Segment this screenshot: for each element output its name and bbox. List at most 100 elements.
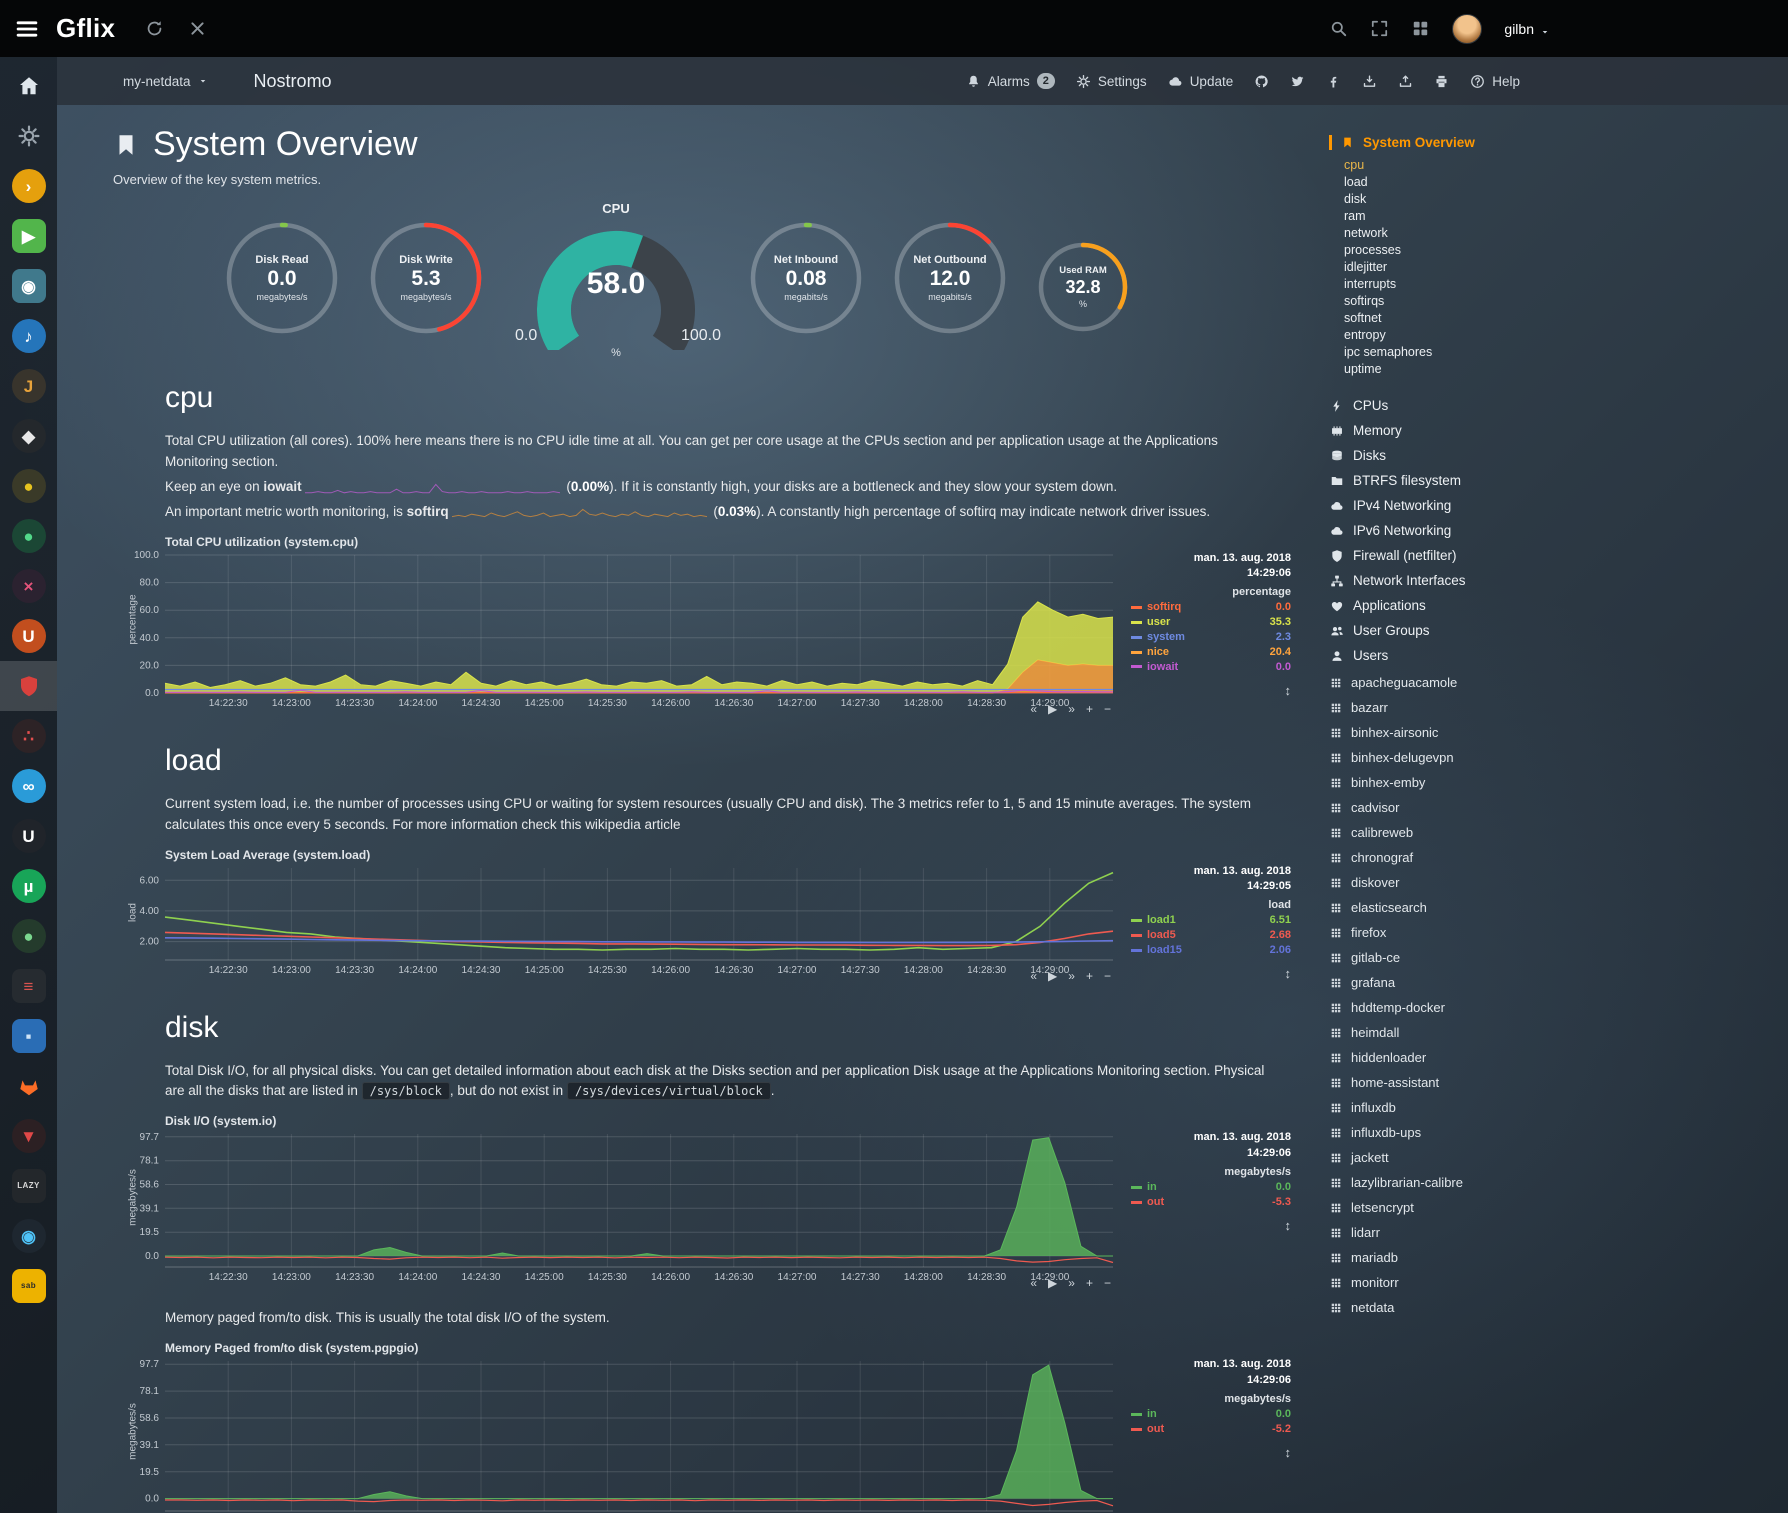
menu-app-heimdall[interactable]: heimdall — [1329, 1020, 1545, 1045]
sidebar-app-lazylibrarian[interactable]: LAZY — [0, 1161, 57, 1211]
chart-plot[interactable]: 0.019.539.158.678.197.714:22:3014:23:001… — [119, 1357, 1119, 1513]
user-avatar[interactable] — [1452, 14, 1482, 44]
apps-button[interactable] — [1411, 19, 1430, 38]
zoom-in-button[interactable]: + — [1086, 703, 1093, 715]
menu-app-hddtemp-docker[interactable]: hddtemp-docker — [1329, 995, 1545, 1020]
menu-item-load[interactable]: load — [1344, 174, 1545, 191]
sidebar-app-airsonic[interactable]: ♪ — [0, 311, 57, 361]
menu-app-apacheguacamole[interactable]: apacheguacamole — [1329, 670, 1545, 695]
sidebar-app-ombi[interactable]: ◉ — [0, 261, 57, 311]
fullscreen-button[interactable] — [1370, 19, 1389, 38]
menu-app-diskover[interactable]: diskover — [1329, 870, 1545, 895]
legend-item-user[interactable]: user35.3 — [1131, 615, 1291, 630]
menu-system-overview[interactable]: System Overview — [1329, 135, 1545, 150]
sidebar-app-unmanic[interactable]: U — [0, 811, 57, 861]
chart-plot[interactable]: 0.019.539.158.678.197.714:22:3014:23:001… — [119, 1130, 1119, 1285]
menu-item-interrupts[interactable]: interrupts — [1344, 276, 1545, 293]
menu-section-ipv4-networking[interactable]: IPv4 Networking — [1329, 493, 1545, 518]
sidebar-app-resilio-sync[interactable]: ∞ — [0, 761, 57, 811]
help-button[interactable]: Help — [1470, 74, 1520, 89]
menu-app-influxdb-ups[interactable]: influxdb-ups — [1329, 1120, 1545, 1145]
sidebar-app-jackett[interactable]: J — [0, 361, 57, 411]
menu-item-network[interactable]: network — [1344, 225, 1545, 242]
close-tab-button[interactable] — [188, 19, 207, 38]
facebook-button[interactable] — [1326, 74, 1341, 89]
host-dropdown[interactable]: my-netdata — [123, 74, 208, 89]
zoom-out-button[interactable]: − — [1104, 1277, 1111, 1289]
menu-item-ram[interactable]: ram — [1344, 208, 1545, 225]
pan-forward-button[interactable]: » — [1068, 1277, 1075, 1289]
github-button[interactable] — [1254, 74, 1269, 89]
pan-backward-button[interactable]: « — [1030, 703, 1037, 715]
search-button[interactable] — [1329, 19, 1348, 38]
sidebar-app-pyload[interactable]: ▼ — [0, 1111, 57, 1161]
sidebar-app-netdata[interactable] — [0, 661, 57, 711]
sidebar-app-filebrowser[interactable]: ▪ — [0, 1011, 57, 1061]
play-button[interactable]: ▶ — [1048, 703, 1057, 715]
menu-app-calibreweb[interactable]: calibreweb — [1329, 820, 1545, 845]
menu-section-network-interfaces[interactable]: Network Interfaces — [1329, 568, 1545, 593]
menu-item-ipc-semaphores[interactable]: ipc semaphores — [1344, 344, 1545, 361]
pan-forward-button[interactable]: » — [1068, 970, 1075, 982]
sidebar-app-utorrent[interactable]: µ — [0, 861, 57, 911]
menu-section-firewall-netfilter-[interactable]: Firewall (netfilter) — [1329, 543, 1545, 568]
menu-app-cadvisor[interactable]: cadvisor — [1329, 795, 1545, 820]
sidebar-app-glances[interactable]: ≡ — [0, 961, 57, 1011]
zoom-out-button[interactable]: − — [1104, 703, 1111, 715]
menu-app-netdata[interactable]: netdata — [1329, 1295, 1545, 1320]
menu-app-bazarr[interactable]: bazarr — [1329, 695, 1545, 720]
chart-resize-handle[interactable]: ↕ — [1131, 1445, 1291, 1460]
menu-section-disks[interactable]: Disks — [1329, 443, 1545, 468]
user-menu[interactable]: gilbn — [1504, 21, 1550, 37]
menu-app-letsencrypt[interactable]: letsencrypt — [1329, 1195, 1545, 1220]
menu-section-btrfs-filesystem[interactable]: BTRFS filesystem — [1329, 468, 1545, 493]
pan-backward-button[interactable]: « — [1030, 1277, 1037, 1289]
menu-item-softnet[interactable]: softnet — [1344, 310, 1545, 327]
chart-resize-handle[interactable]: ↕ — [1131, 966, 1291, 981]
menu-item-idlejitter[interactable]: idlejitter — [1344, 259, 1545, 276]
menu-app-home-assistant[interactable]: home-assistant — [1329, 1070, 1545, 1095]
legend-item-in[interactable]: in0.0 — [1131, 1180, 1291, 1195]
play-button[interactable]: ▶ — [1048, 970, 1057, 982]
menu-app-jackett[interactable]: jackett — [1329, 1145, 1545, 1170]
sidebar-app-sabnzbd[interactable]: sab — [0, 1261, 57, 1311]
legend-item-softirq[interactable]: softirq0.0 — [1131, 600, 1291, 615]
menu-item-cpu[interactable]: cpu — [1344, 157, 1545, 174]
menu-app-lidarr[interactable]: lidarr — [1329, 1220, 1545, 1245]
export-button[interactable] — [1398, 74, 1413, 89]
menu-item-disk[interactable]: disk — [1344, 191, 1545, 208]
zoom-in-button[interactable]: + — [1086, 1277, 1093, 1289]
menu-app-monitorr[interactable]: monitorr — [1329, 1270, 1545, 1295]
legend-item-out[interactable]: out-5.2 — [1131, 1422, 1291, 1437]
gauge-cpu[interactable]: CPU58.00.0100.0% — [511, 201, 721, 353]
sidebar-app-home[interactable] — [0, 61, 57, 111]
pan-forward-button[interactable]: » — [1068, 703, 1075, 715]
menu-section-applications[interactable]: Applications — [1329, 593, 1545, 618]
alarms-button[interactable]: Alarms 2 — [966, 73, 1055, 89]
menu-app-lazylibrarian-calibre[interactable]: lazylibrarian-calibre — [1329, 1170, 1545, 1195]
menu-section-memory[interactable]: Memory — [1329, 418, 1545, 443]
sidebar-app-plex[interactable]: › — [0, 161, 57, 211]
sidebar-app-settings[interactable] — [0, 111, 57, 161]
menu-app-chronograf[interactable]: chronograf — [1329, 845, 1545, 870]
menu-app-firefox[interactable]: firefox — [1329, 920, 1545, 945]
legend-item-system[interactable]: system2.3 — [1131, 630, 1291, 645]
gauge-disk-read[interactable]: Disk Read0.0megabytes/s — [223, 219, 341, 337]
chart-plot[interactable]: 0.020.040.060.080.0100.014:22:3014:23:00… — [119, 551, 1119, 711]
menu-app-binhex-delugevpn[interactable]: binhex-delugevpn — [1329, 745, 1545, 770]
menu-section-user-groups[interactable]: User Groups — [1329, 618, 1545, 643]
legend-item-in[interactable]: in0.0 — [1131, 1407, 1291, 1422]
legend-item-load1[interactable]: load16.51 — [1131, 913, 1291, 928]
menu-item-entropy[interactable]: entropy — [1344, 327, 1545, 344]
gauge-used-ram[interactable]: Used RAM32.8% — [1035, 239, 1131, 335]
sidebar-app-emby[interactable]: ▶ — [0, 211, 57, 261]
gauge-net-inbound[interactable]: Net Inbound0.08megabits/s — [747, 219, 865, 337]
gauge-net-outbound[interactable]: Net Outbound12.0megabits/s — [891, 219, 1009, 337]
menu-app-gitlab-ce[interactable]: gitlab-ce — [1329, 945, 1545, 970]
chart-resize-handle[interactable]: ↕ — [1131, 1218, 1291, 1233]
menu-item-softirqs[interactable]: softirqs — [1344, 293, 1545, 310]
sidebar-app-openhab[interactable]: ● — [0, 511, 57, 561]
menu-section-users[interactable]: Users — [1329, 643, 1545, 668]
play-button[interactable]: ▶ — [1048, 1277, 1057, 1289]
sidebar-app-nextcloud[interactable]: ◉ — [0, 1211, 57, 1261]
